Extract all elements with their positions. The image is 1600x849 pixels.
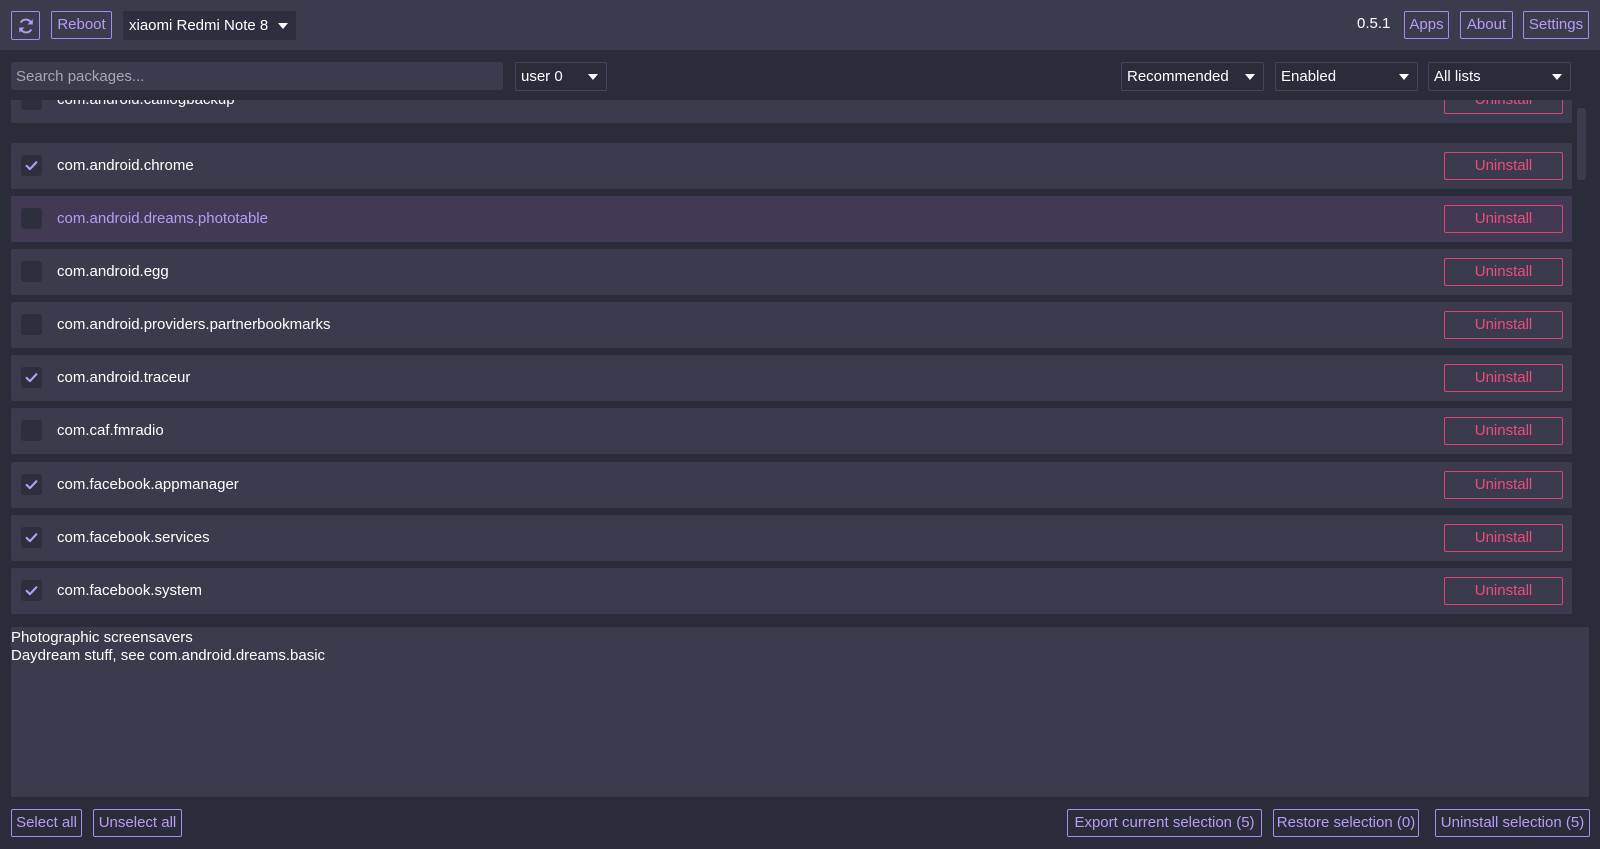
chevron-down-icon [1399,74,1409,80]
uninstall-button[interactable]: Uninstall [1444,364,1563,392]
export-selection-button[interactable]: Export current selection (5) [1067,809,1262,837]
chevron-down-icon [278,23,288,29]
list-item[interactable]: com.android.dreams.phototable Uninstall [11,196,1572,242]
restore-selection-button[interactable]: Restore selection (0) [1273,809,1419,837]
package-checkbox[interactable] [21,314,42,335]
unselect-all-button[interactable]: Unselect all [93,809,182,837]
check-icon [25,533,38,543]
list-select-value: All lists [1434,68,1481,85]
check-icon [25,161,38,171]
check-icon [25,373,38,383]
refresh-icon [18,18,33,33]
search-input[interactable] [11,62,503,90]
select-all-button[interactable]: Select all [11,809,82,837]
uninstall-button[interactable]: Uninstall [1444,311,1563,339]
version-label: 0.5.1 [1357,15,1391,32]
uninstall-button[interactable]: Uninstall [1444,417,1563,445]
uninstall-button[interactable]: Uninstall [1444,577,1563,605]
chevron-down-icon [1552,74,1562,80]
device-select-value: xiaomi Redmi Note 8 [129,17,269,34]
chevron-down-icon [1245,74,1255,80]
list-item[interactable]: com.facebook.services Uninstall [11,515,1572,561]
check-icon [25,586,38,596]
list-item[interactable]: com.android.providers.partnerbookmarks U… [11,302,1572,348]
top-bar: Reboot xiaomi Redmi Note 8 0.5.1 Apps Ab… [0,0,1600,50]
package-name: com.facebook.system [57,582,203,599]
package-name: com.facebook.appmanager [57,476,239,493]
list-item[interactable]: com.caf.fmradio Uninstall [11,408,1572,454]
package-name: com.android.calllogbackup [57,100,235,108]
package-name: com.android.chrome [57,157,194,174]
about-button[interactable]: About [1460,11,1513,39]
check-icon [25,480,38,490]
package-checkbox[interactable] [21,580,42,601]
package-checkbox[interactable] [21,261,42,282]
list-item[interactable]: com.facebook.appmanager Uninstall [11,462,1572,508]
description-line: Photographic screensavers [11,629,193,646]
user-select[interactable]: user 0 [515,62,607,91]
list-scrollbar[interactable] [1577,108,1586,180]
settings-button[interactable]: Settings [1523,11,1589,39]
package-checkbox[interactable] [21,420,42,441]
package-checkbox[interactable] [21,474,42,495]
package-checkbox[interactable] [21,208,42,229]
package-name: com.facebook.services [57,529,210,546]
package-checkbox[interactable] [21,367,42,388]
uninstall-button[interactable]: Uninstall [1444,524,1563,552]
state-select-value: Enabled [1281,68,1337,85]
uninstall-button[interactable]: Uninstall [1444,205,1563,233]
uninstall-selection-button[interactable]: Uninstall selection (5) [1435,809,1590,837]
uninstall-button[interactable]: Uninstall [1444,471,1563,499]
package-name: com.android.providers.partnerbookmarks [57,316,331,333]
list-item[interactable]: com.android.calllogbackup Uninstall [11,100,1572,123]
reboot-button[interactable]: Reboot [51,11,112,39]
uninstall-button[interactable]: Uninstall [1444,152,1563,180]
list-select[interactable]: All lists [1428,62,1571,91]
device-select[interactable]: xiaomi Redmi Note 8 [123,11,296,40]
package-name: com.android.traceur [57,369,191,386]
package-list: com.android.calllogbackup Uninstall com.… [0,100,1586,618]
list-item[interactable]: com.android.egg Uninstall [11,249,1572,295]
recommendation-select-value: Recommended [1127,68,1229,85]
package-name: com.android.dreams.phototable [57,210,268,227]
package-name: com.android.egg [57,263,169,280]
state-select[interactable]: Enabled [1275,62,1418,91]
package-description: Photographic screensavers Daydream stuff… [11,627,1589,797]
package-name: com.caf.fmradio [57,422,164,439]
recommendation-select[interactable]: Recommended [1121,62,1264,91]
uninstall-button[interactable]: Uninstall [1444,100,1563,114]
uninstall-button[interactable]: Uninstall [1444,258,1563,286]
package-checkbox[interactable] [21,100,42,110]
refresh-button[interactable] [11,11,40,40]
list-item[interactable]: com.facebook.system Uninstall [11,568,1572,614]
chevron-down-icon [588,74,598,80]
description-line: Daydream stuff, see com.android.dreams.b… [11,647,326,664]
list-item[interactable]: com.android.traceur Uninstall [11,355,1572,401]
package-checkbox[interactable] [21,527,42,548]
list-item[interactable]: com.android.chrome Uninstall [11,143,1572,189]
apps-button[interactable]: Apps [1404,11,1449,39]
package-checkbox[interactable] [21,155,42,176]
user-select-value: user 0 [521,68,563,85]
